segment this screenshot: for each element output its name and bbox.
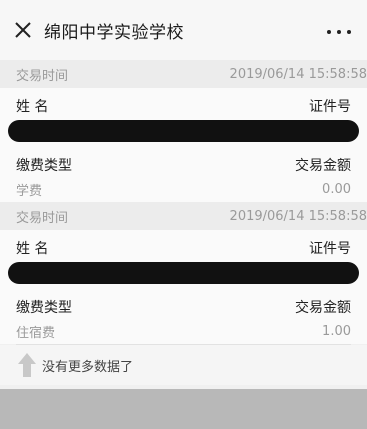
time-value: 2019/06/14 15:58:58 — [229, 208, 367, 224]
name-label: 姓 名 — [16, 99, 49, 115]
transaction-record: 交易时间 2019/06/14 15:58:58 姓 名 证件号 缴费类型 交易… — [0, 60, 367, 202]
amount-label: 交易金额 — [295, 300, 351, 316]
fee-type-value: 学费 — [16, 183, 43, 199]
amount-label: 交易金额 — [295, 158, 351, 174]
more-icon[interactable] — [327, 28, 351, 36]
id-label: 证件号 — [309, 241, 351, 257]
amount-value: 0.00 — [322, 181, 351, 197]
no-more-text: 没有更多数据了 — [42, 359, 134, 375]
record-header: 交易时间 2019/06/14 15:58:58 — [0, 202, 367, 230]
fee-type-label: 缴费类型 — [16, 300, 72, 316]
arrow-up-icon — [16, 351, 38, 379]
record-header: 交易时间 2019/06/14 15:58:58 — [0, 60, 367, 88]
time-label: 交易时间 — [16, 68, 69, 84]
time-value: 2019/06/14 15:58:58 — [229, 66, 367, 82]
fee-amount-value-row: 学费 0.00 — [16, 176, 351, 202]
name-id-row: 姓 名 证件号 — [16, 88, 351, 118]
redaction-bar — [8, 262, 359, 284]
no-more-data: 没有更多数据了 — [0, 345, 367, 385]
id-label: 证件号 — [309, 99, 351, 115]
redaction-bar — [8, 120, 359, 142]
fee-type-value: 住宿费 — [16, 325, 56, 341]
bottom-area — [0, 389, 367, 429]
name-label: 姓 名 — [16, 241, 49, 257]
fee-type-label: 缴费类型 — [16, 158, 72, 174]
amount-value: 1.00 — [322, 323, 351, 339]
top-bar: 绵阳中学实验学校 — [0, 0, 367, 60]
record-body: 姓 名 证件号 缴费类型 交易金额 学费 0.00 — [0, 88, 367, 202]
time-label: 交易时间 — [16, 210, 69, 226]
name-id-row: 姓 名 证件号 — [16, 230, 351, 260]
fee-amount-label-row: 缴费类型 交易金额 — [16, 142, 351, 176]
transaction-record: 交易时间 2019/06/14 15:58:58 姓 名 证件号 缴费类型 交易… — [0, 202, 367, 344]
record-body: 姓 名 证件号 缴费类型 交易金额 住宿费 1.00 — [0, 230, 367, 344]
close-icon[interactable] — [12, 19, 34, 41]
fee-amount-value-row: 住宿费 1.00 — [16, 318, 351, 344]
page-title: 绵阳中学实验学校 — [44, 22, 184, 43]
fee-amount-label-row: 缴费类型 交易金额 — [16, 284, 351, 318]
